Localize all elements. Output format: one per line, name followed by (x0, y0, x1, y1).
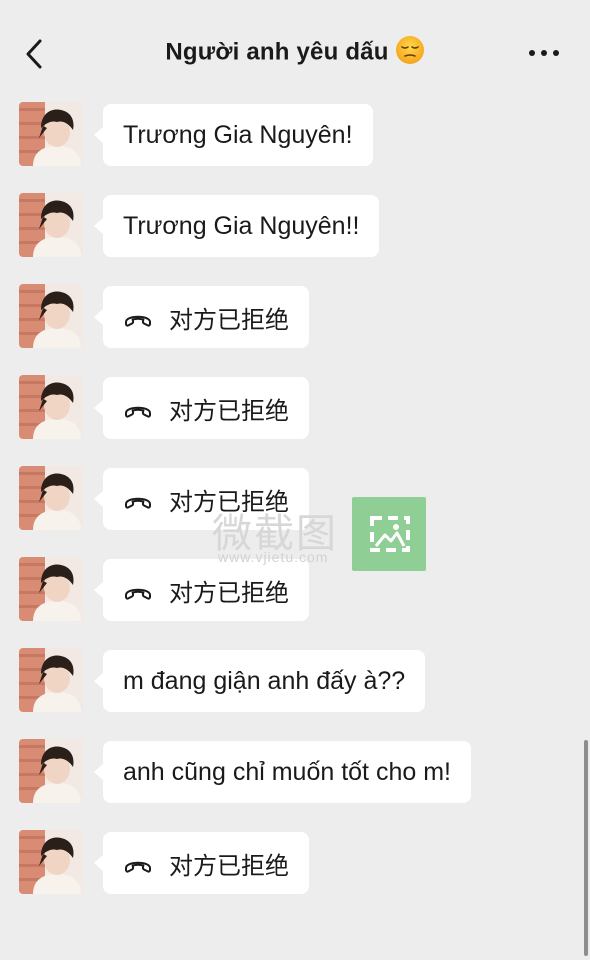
avatar[interactable] (19, 466, 83, 530)
message-row: 对方已拒绝 (0, 284, 590, 350)
message-bubble[interactable]: Trương Gia Nguyên!! (93, 195, 380, 257)
avatar[interactable] (19, 375, 83, 439)
message-row: Trương Gia Nguyên! (0, 102, 590, 168)
avatar[interactable] (19, 193, 83, 257)
phone-hangup-icon (123, 580, 153, 600)
phone-hangup-icon (123, 853, 153, 873)
avatar[interactable] (19, 557, 83, 621)
message-row: anh cũng chỉ muốn tốt cho m! (0, 739, 590, 805)
call-status-text: 对方已拒绝 (169, 305, 289, 334)
scrollbar[interactable] (584, 740, 588, 956)
message-row: 对方已拒绝 (0, 375, 590, 441)
call-status-text: 对方已拒绝 (169, 396, 289, 425)
phone-hangup-icon (123, 398, 153, 418)
avatar[interactable] (19, 284, 83, 348)
message-bubble[interactable]: Trương Gia Nguyên! (94, 104, 373, 166)
chat-header: Người anh yêu dấu (0, 0, 590, 100)
avatar[interactable] (19, 648, 83, 712)
phone-hangup-icon (123, 489, 153, 509)
avatar[interactable] (19, 830, 83, 894)
message-row: 对方已拒绝 (0, 830, 590, 896)
avatar[interactable] (19, 102, 83, 166)
avatar[interactable] (19, 739, 83, 803)
call-declined-bubble[interactable]: 对方已拒绝 (94, 377, 309, 439)
message-text: Trương Gia Nguyên! (123, 120, 353, 149)
message-text: anh cũng chỉ muốn tốt cho m! (123, 757, 451, 786)
call-status-text: 对方已拒绝 (169, 851, 289, 880)
ellipsis-icon (529, 50, 559, 56)
watermark: 微截图 www.vjietu.com (212, 497, 428, 571)
message-text: m đang giận anh đấy à?? (123, 666, 406, 695)
message-bubble[interactable]: anh cũng chỉ muốn tốt cho m! (94, 741, 471, 803)
call-declined-bubble[interactable]: 对方已拒绝 (94, 286, 309, 348)
chat-title-wrap: Người anh yêu dấu (0, 35, 590, 68)
watermark-logo-icon (352, 497, 426, 571)
message-bubble[interactable]: m đang giận anh đấy à?? (93, 650, 426, 712)
unamused-face-emoji-icon (395, 35, 425, 65)
watermark-url: www.vjietu.com (218, 549, 329, 565)
message-row: Trương Gia Nguyên!! (0, 193, 590, 259)
more-options-button[interactable] (526, 40, 562, 66)
chat-title: Người anh yêu dấu (165, 38, 389, 66)
message-text: Trương Gia Nguyên!! (123, 211, 360, 240)
message-row: m đang giận anh đấy à?? (0, 648, 590, 714)
call-status-text: 对方已拒绝 (169, 578, 289, 607)
phone-hangup-icon (123, 307, 153, 327)
call-declined-bubble[interactable]: 对方已拒绝 (94, 832, 309, 894)
